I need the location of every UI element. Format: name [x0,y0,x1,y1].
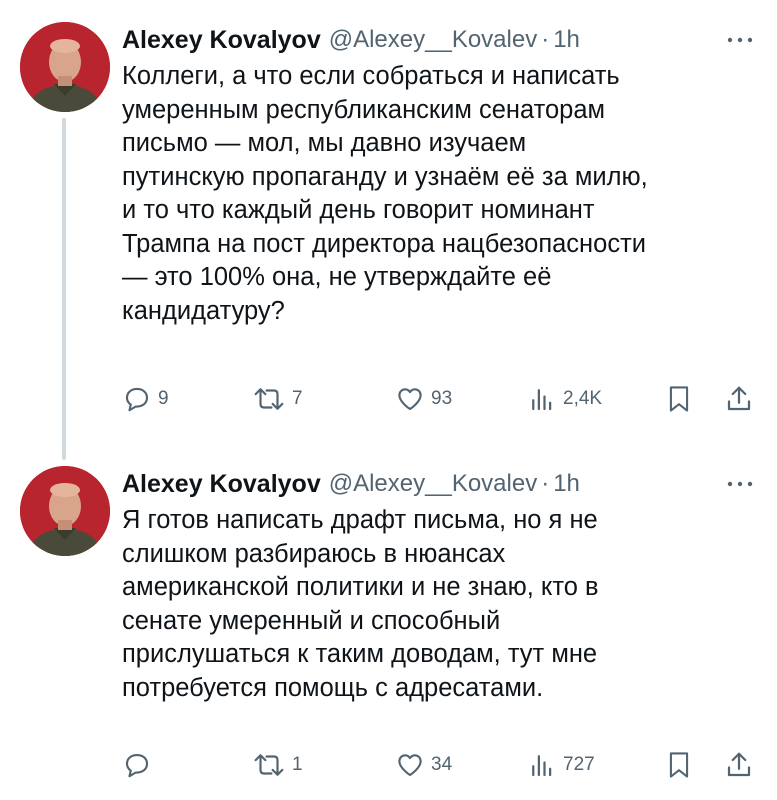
tweet-text: Коллеги, а что если собраться и написать… [122,62,648,325]
tweet-header: Alexey Kovalyov @Alexey__Kovalev · 1h [122,467,580,501]
like-count: 93 [431,388,453,409]
author-name[interactable]: Alexey Kovalyov [122,470,321,499]
avatar-photo [20,22,110,112]
views-icon [532,755,552,777]
thread-connector-line [62,118,66,460]
views-button[interactable]: 2,4K [527,384,602,414]
share-button[interactable] [724,384,754,414]
more-options-button[interactable] [722,474,758,494]
share-icon [727,386,751,411]
more-options-button[interactable] [722,30,758,50]
author-handle[interactable]: @Alexey__Kovalev [329,26,537,54]
more-dots-icon [727,481,753,487]
like-button[interactable]: 34 [395,750,452,780]
views-icon [532,389,552,411]
tweet-timestamp[interactable]: 1h [553,26,580,54]
more-dots-icon [727,37,753,43]
bookmark-button[interactable] [665,384,693,414]
avatar-photo [20,466,110,556]
share-icon [727,752,751,777]
separator-dot: · [541,26,550,53]
bookmark-icon [669,752,689,778]
repost-button[interactable]: 1 [252,750,303,780]
repost-count: 1 [292,754,303,775]
reply-icon [125,753,149,778]
repost-button[interactable]: 7 [252,384,303,414]
bookmark-button[interactable] [665,750,693,780]
heart-icon [398,754,422,777]
views-count: 727 [563,754,595,775]
views-button[interactable]: 727 [527,750,595,780]
tweet-header: Alexey Kovalyov @Alexey__Kovalev · 1h [122,23,580,57]
reply-button[interactable] [122,750,158,780]
repost-count: 7 [292,388,303,409]
like-count: 34 [431,754,453,775]
tweet-actions: 1 34 727 [122,750,762,780]
reply-button[interactable]: 9 [122,384,169,414]
author-handle[interactable]: @Alexey__Kovalev [329,470,537,498]
bookmark-icon [669,386,689,412]
avatar[interactable] [20,466,110,556]
author-name[interactable]: Alexey Kovalyov [122,26,321,55]
avatar[interactable] [20,22,110,112]
heart-icon [398,388,422,411]
tweet-actions: 9 7 93 2,4K [122,384,762,414]
repost-icon [254,388,284,410]
tweet-timestamp[interactable]: 1h [553,470,580,498]
reply-count: 9 [158,388,169,409]
tweet-text: Я готов написать драфт письма, но я не с… [122,506,599,702]
share-button[interactable] [724,750,754,780]
reply-icon [125,387,149,412]
repost-icon [254,754,284,776]
views-count: 2,4K [563,388,603,409]
separator-dot: · [541,470,550,497]
like-button[interactable]: 93 [395,384,452,414]
